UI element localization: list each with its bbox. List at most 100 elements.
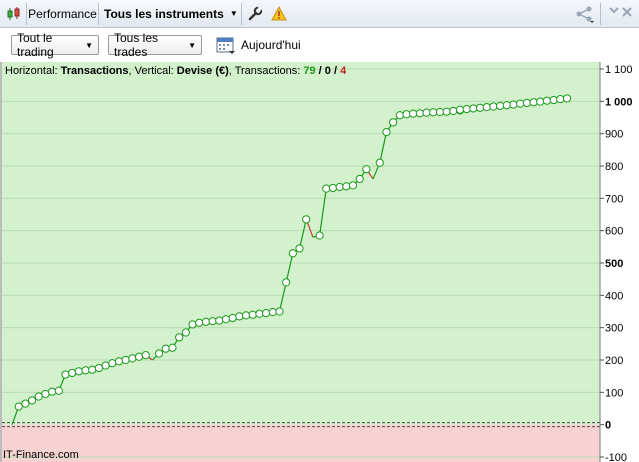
y-axis-tick-label: 1 100 bbox=[605, 64, 633, 76]
trade-marker bbox=[68, 368, 77, 378]
trade-marker bbox=[181, 328, 190, 337]
trade-marker bbox=[502, 101, 511, 110]
wrench-icon[interactable] bbox=[244, 0, 266, 27]
trade-marker bbox=[375, 158, 384, 167]
trade-marker bbox=[295, 244, 304, 253]
trade-marker bbox=[208, 317, 217, 326]
info-tx-sep1: / bbox=[315, 65, 325, 77]
trade-marker bbox=[27, 396, 37, 405]
trade-marker bbox=[402, 110, 411, 119]
trade-marker bbox=[14, 402, 23, 411]
trade-marker bbox=[134, 352, 144, 361]
trade-marker bbox=[48, 387, 57, 396]
candlestick-icon[interactable] bbox=[4, 0, 24, 27]
trade-marker bbox=[161, 344, 170, 353]
trade-marker bbox=[201, 317, 211, 326]
trade-marker bbox=[275, 307, 284, 316]
trade-marker bbox=[529, 98, 538, 107]
info-tx-win: 79 bbox=[303, 65, 316, 77]
equity-chart-svg: 1 1001 0009008007006005004003002001000-1… bbox=[0, 62, 633, 462]
trade-marker bbox=[335, 182, 344, 192]
trade-marker bbox=[141, 351, 150, 360]
trade-marker bbox=[248, 310, 257, 319]
instruments-dropdown[interactable]: Tous les instruments ▼ bbox=[99, 0, 241, 27]
trade-marker bbox=[188, 320, 197, 329]
y-axis-tick-label: 900 bbox=[605, 129, 623, 141]
y-axis-tick-label: 1 000 bbox=[605, 96, 633, 108]
info-vertical-value: Devise (€) bbox=[176, 65, 229, 77]
tab-performance-label: Performance bbox=[28, 6, 97, 21]
trading-filter-label: Tout le trading bbox=[17, 31, 54, 59]
y-axis-tick-label: 500 bbox=[605, 258, 623, 270]
trade-marker bbox=[449, 106, 458, 116]
trade-marker bbox=[536, 97, 545, 106]
trade-marker bbox=[21, 399, 30, 408]
date-range-label[interactable]: Aujourd'hui bbox=[241, 38, 301, 52]
trade-marker bbox=[482, 103, 491, 112]
info-tx-sep2: / bbox=[330, 65, 341, 77]
y-axis-tick-label: 100 bbox=[605, 387, 623, 399]
trade-marker bbox=[235, 312, 244, 321]
trade-marker bbox=[282, 278, 291, 287]
trade-marker bbox=[175, 333, 184, 342]
y-axis-tick-label: 600 bbox=[605, 226, 623, 238]
trade-marker bbox=[496, 101, 505, 110]
trade-marker bbox=[442, 107, 451, 116]
warning-icon[interactable] bbox=[269, 0, 289, 27]
chevron-down-icon: ▼ bbox=[85, 40, 93, 50]
trade-marker bbox=[315, 231, 324, 240]
chevron-down-icon: ▼ bbox=[229, 9, 238, 18]
trade-marker bbox=[409, 109, 418, 118]
trade-marker bbox=[455, 105, 465, 114]
y-axis-tick-label: 300 bbox=[605, 323, 623, 335]
trade-marker bbox=[475, 103, 485, 112]
y-axis-tick-label: -100 bbox=[605, 452, 627, 462]
info-horizontal-value: Transactions bbox=[60, 65, 129, 77]
trade-marker bbox=[241, 311, 251, 320]
trade-marker bbox=[522, 98, 531, 108]
top-toolbar: Performance Tous les instruments ▼ bbox=[0, 0, 639, 28]
trade-marker bbox=[389, 118, 398, 127]
trade-marker bbox=[168, 343, 177, 352]
info-horizontal-prefix: Horizontal: bbox=[5, 65, 61, 77]
trade-marker bbox=[88, 365, 97, 374]
trade-marker bbox=[516, 99, 525, 108]
y-axis-tick-label: 700 bbox=[605, 193, 623, 205]
trade-marker bbox=[128, 354, 137, 363]
info-vertical-prefix: , Vertical: bbox=[128, 65, 177, 77]
calendar-icon[interactable] bbox=[216, 35, 236, 55]
toolbar-separator bbox=[600, 3, 601, 25]
trade-marker bbox=[302, 215, 311, 224]
tab-performance[interactable]: Performance bbox=[27, 0, 98, 27]
trade-marker bbox=[542, 96, 552, 105]
trade-marker bbox=[61, 370, 70, 379]
trade-marker bbox=[415, 109, 424, 118]
trade-marker bbox=[108, 359, 117, 368]
share-icon[interactable] bbox=[572, 0, 598, 27]
y-axis-tick-label: 800 bbox=[605, 161, 623, 173]
toolbar-separator bbox=[241, 3, 242, 25]
trade-marker bbox=[94, 363, 104, 373]
info-tx-loss: 4 bbox=[340, 65, 347, 77]
trade-marker bbox=[261, 309, 271, 318]
footer-credit: IT-Finance.com bbox=[3, 449, 79, 461]
trade-marker bbox=[355, 174, 364, 184]
trading-filter-dropdown[interactable]: Tout le trading ▼ bbox=[11, 31, 99, 59]
trade-marker bbox=[195, 318, 204, 327]
trade-marker bbox=[74, 367, 83, 376]
trade-marker bbox=[362, 165, 371, 174]
trades-filter-dropdown[interactable]: Tous les trades ▼ bbox=[108, 31, 202, 59]
panel-options-icon[interactable] bbox=[606, 0, 636, 27]
trade-marker bbox=[288, 249, 297, 258]
trade-marker bbox=[469, 104, 478, 113]
info-tx-prefix: , Transactions: bbox=[228, 65, 304, 77]
trade-marker bbox=[395, 111, 404, 120]
trade-marker bbox=[101, 361, 110, 370]
trade-marker bbox=[121, 355, 130, 365]
loss-zone bbox=[2, 424, 600, 462]
trade-marker bbox=[549, 95, 558, 105]
trade-marker bbox=[342, 182, 351, 191]
trade-marker bbox=[155, 349, 164, 358]
y-axis-tick-label: 400 bbox=[605, 290, 623, 302]
trade-marker bbox=[34, 392, 43, 401]
